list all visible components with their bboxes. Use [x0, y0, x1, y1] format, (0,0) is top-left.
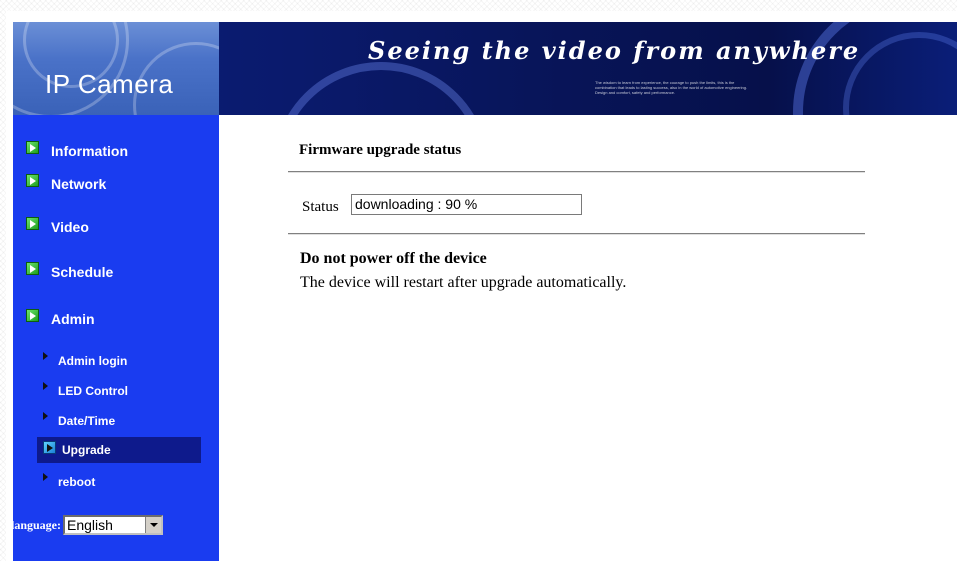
- sidebar-item-label: Network: [51, 176, 107, 192]
- sidebar-subitem-label: Admin login: [58, 354, 128, 368]
- status-field: downloading : 90 %: [351, 194, 582, 215]
- status-label: Status: [302, 199, 339, 215]
- sidebar-item-label: Video: [51, 219, 89, 235]
- sidebar-subitem-label: Date/Time: [58, 414, 116, 428]
- divider: [288, 171, 865, 173]
- sidebar-item-schedule[interactable]: Schedule: [26, 261, 114, 282]
- sidebar-subitem-label: LED Control: [58, 384, 128, 398]
- sidebar-item-network[interactable]: Network: [26, 173, 107, 194]
- banner-fine-print: The wisdom to learn from experience, the…: [595, 80, 748, 95]
- banner-logo-panel: IP Camera: [13, 22, 219, 115]
- language-selector-row: language: English: [11, 515, 164, 535]
- sidebar-subitem-led-control[interactable]: LED Control: [37, 378, 201, 404]
- arrow-right-icon: [26, 261, 39, 275]
- app-title: IP Camera: [45, 69, 174, 99]
- sidebar-subitem-admin-login[interactable]: Admin login: [37, 348, 201, 374]
- sidebar-item-information[interactable]: Information: [26, 140, 128, 161]
- warning-title: Do not power off the device: [300, 250, 487, 267]
- arrow-right-icon: [43, 440, 56, 454]
- sidebar-item-label: Schedule: [51, 264, 114, 280]
- sidebar-subitem-reboot[interactable]: reboot: [37, 469, 201, 495]
- page-title: Firmware upgrade status: [299, 142, 462, 158]
- triangle-right-icon: [43, 382, 48, 390]
- sidebar-subitem-label: reboot: [58, 475, 96, 489]
- arrow-right-icon: [26, 173, 39, 187]
- sidebar: Information Network Video Schedule Admin…: [13, 115, 219, 561]
- language-select-value: English: [67, 517, 113, 533]
- sidebar-item-admin[interactable]: Admin: [26, 308, 95, 329]
- sidebar-item-video[interactable]: Video: [26, 216, 89, 237]
- arrow-right-icon: [26, 140, 39, 154]
- arc-decoration: [273, 62, 489, 115]
- header-banner: IP Camera Seeing the video from anywhere…: [13, 22, 957, 115]
- language-select[interactable]: English: [63, 515, 164, 535]
- triangle-right-icon: [43, 473, 48, 481]
- sidebar-item-label: Information: [51, 143, 128, 159]
- arrow-right-icon: [26, 216, 39, 230]
- sidebar-item-label: Admin: [51, 311, 95, 327]
- sidebar-subitem-upgrade[interactable]: Upgrade: [37, 437, 201, 463]
- divider: [288, 233, 865, 235]
- triangle-right-icon: [43, 352, 48, 360]
- language-label: language:: [11, 517, 62, 532]
- sidebar-subitem-label: Upgrade: [62, 443, 111, 457]
- arrow-right-icon: [26, 308, 39, 322]
- warning-text: The device will restart after upgrade au…: [300, 274, 627, 291]
- chevron-down-icon[interactable]: [145, 517, 162, 533]
- banner-slogan: Seeing the video from anywhere: [368, 36, 861, 65]
- triangle-right-icon: [43, 412, 48, 420]
- sidebar-subitem-date-time[interactable]: Date/Time: [37, 408, 201, 434]
